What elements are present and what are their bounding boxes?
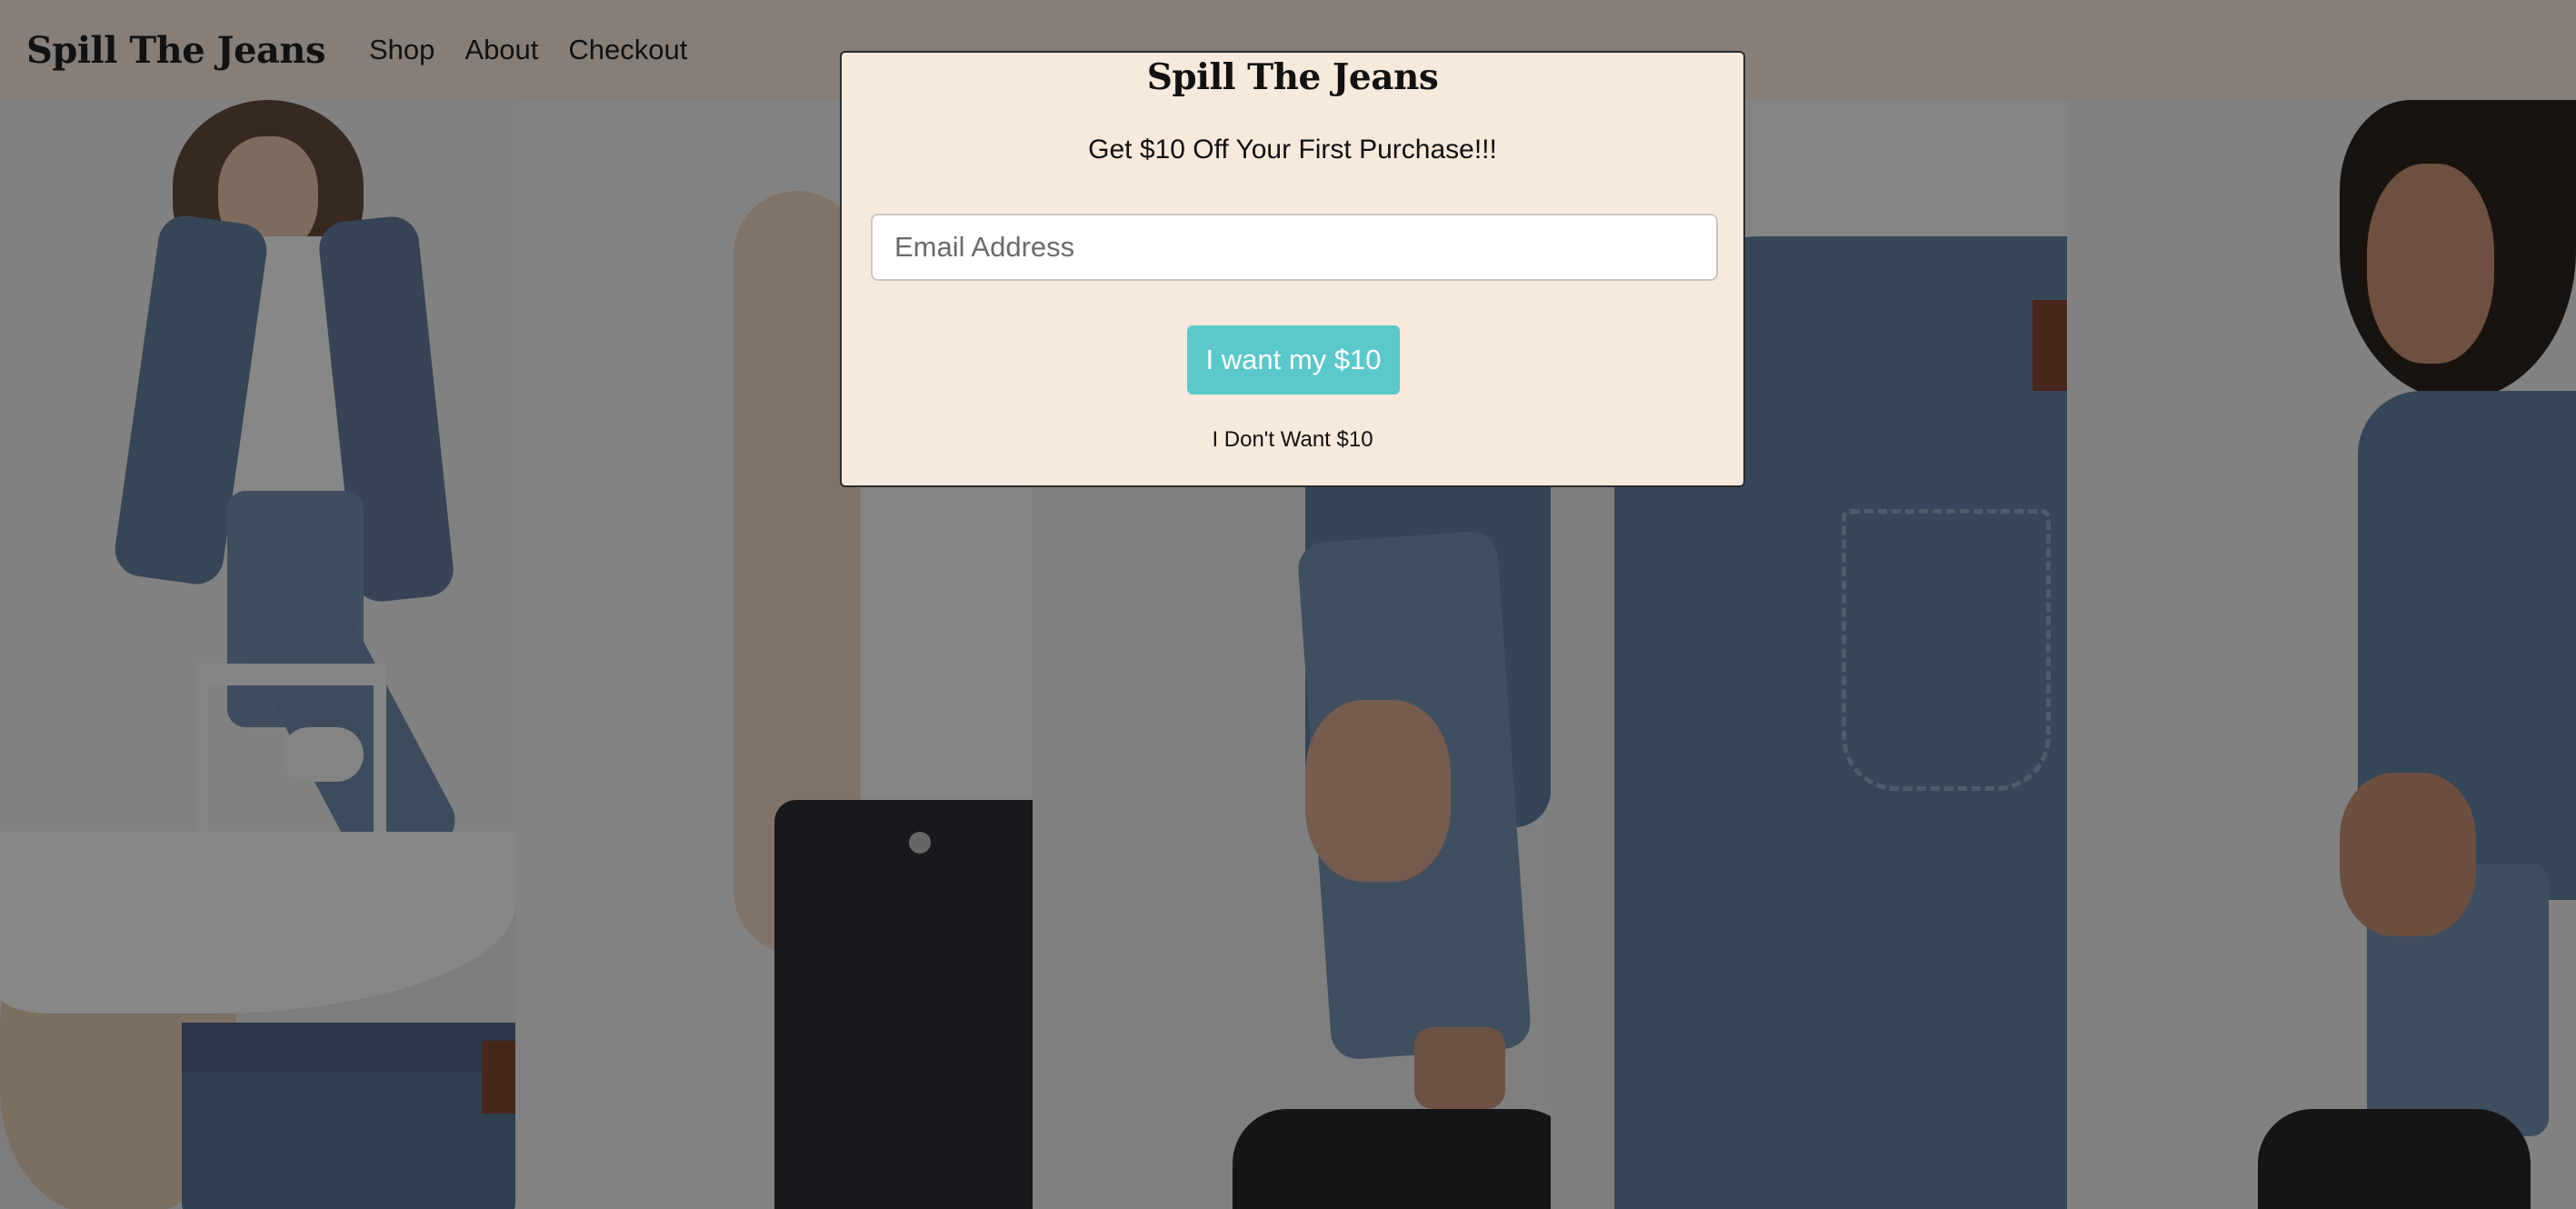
discount-signup-modal: Spill The Jeans Get $10 Off Your First P…	[840, 51, 1745, 487]
modal-subtitle: Get $10 Off Your First Purchase!!!	[1088, 135, 1497, 165]
email-field[interactable]	[871, 214, 1718, 281]
decline-offer-link[interactable]: I Don't Want $10	[842, 427, 1743, 453]
claim-discount-button[interactable]: I want my $10	[1187, 325, 1400, 395]
modal-title: Spill The Jeans	[1146, 56, 1439, 98]
